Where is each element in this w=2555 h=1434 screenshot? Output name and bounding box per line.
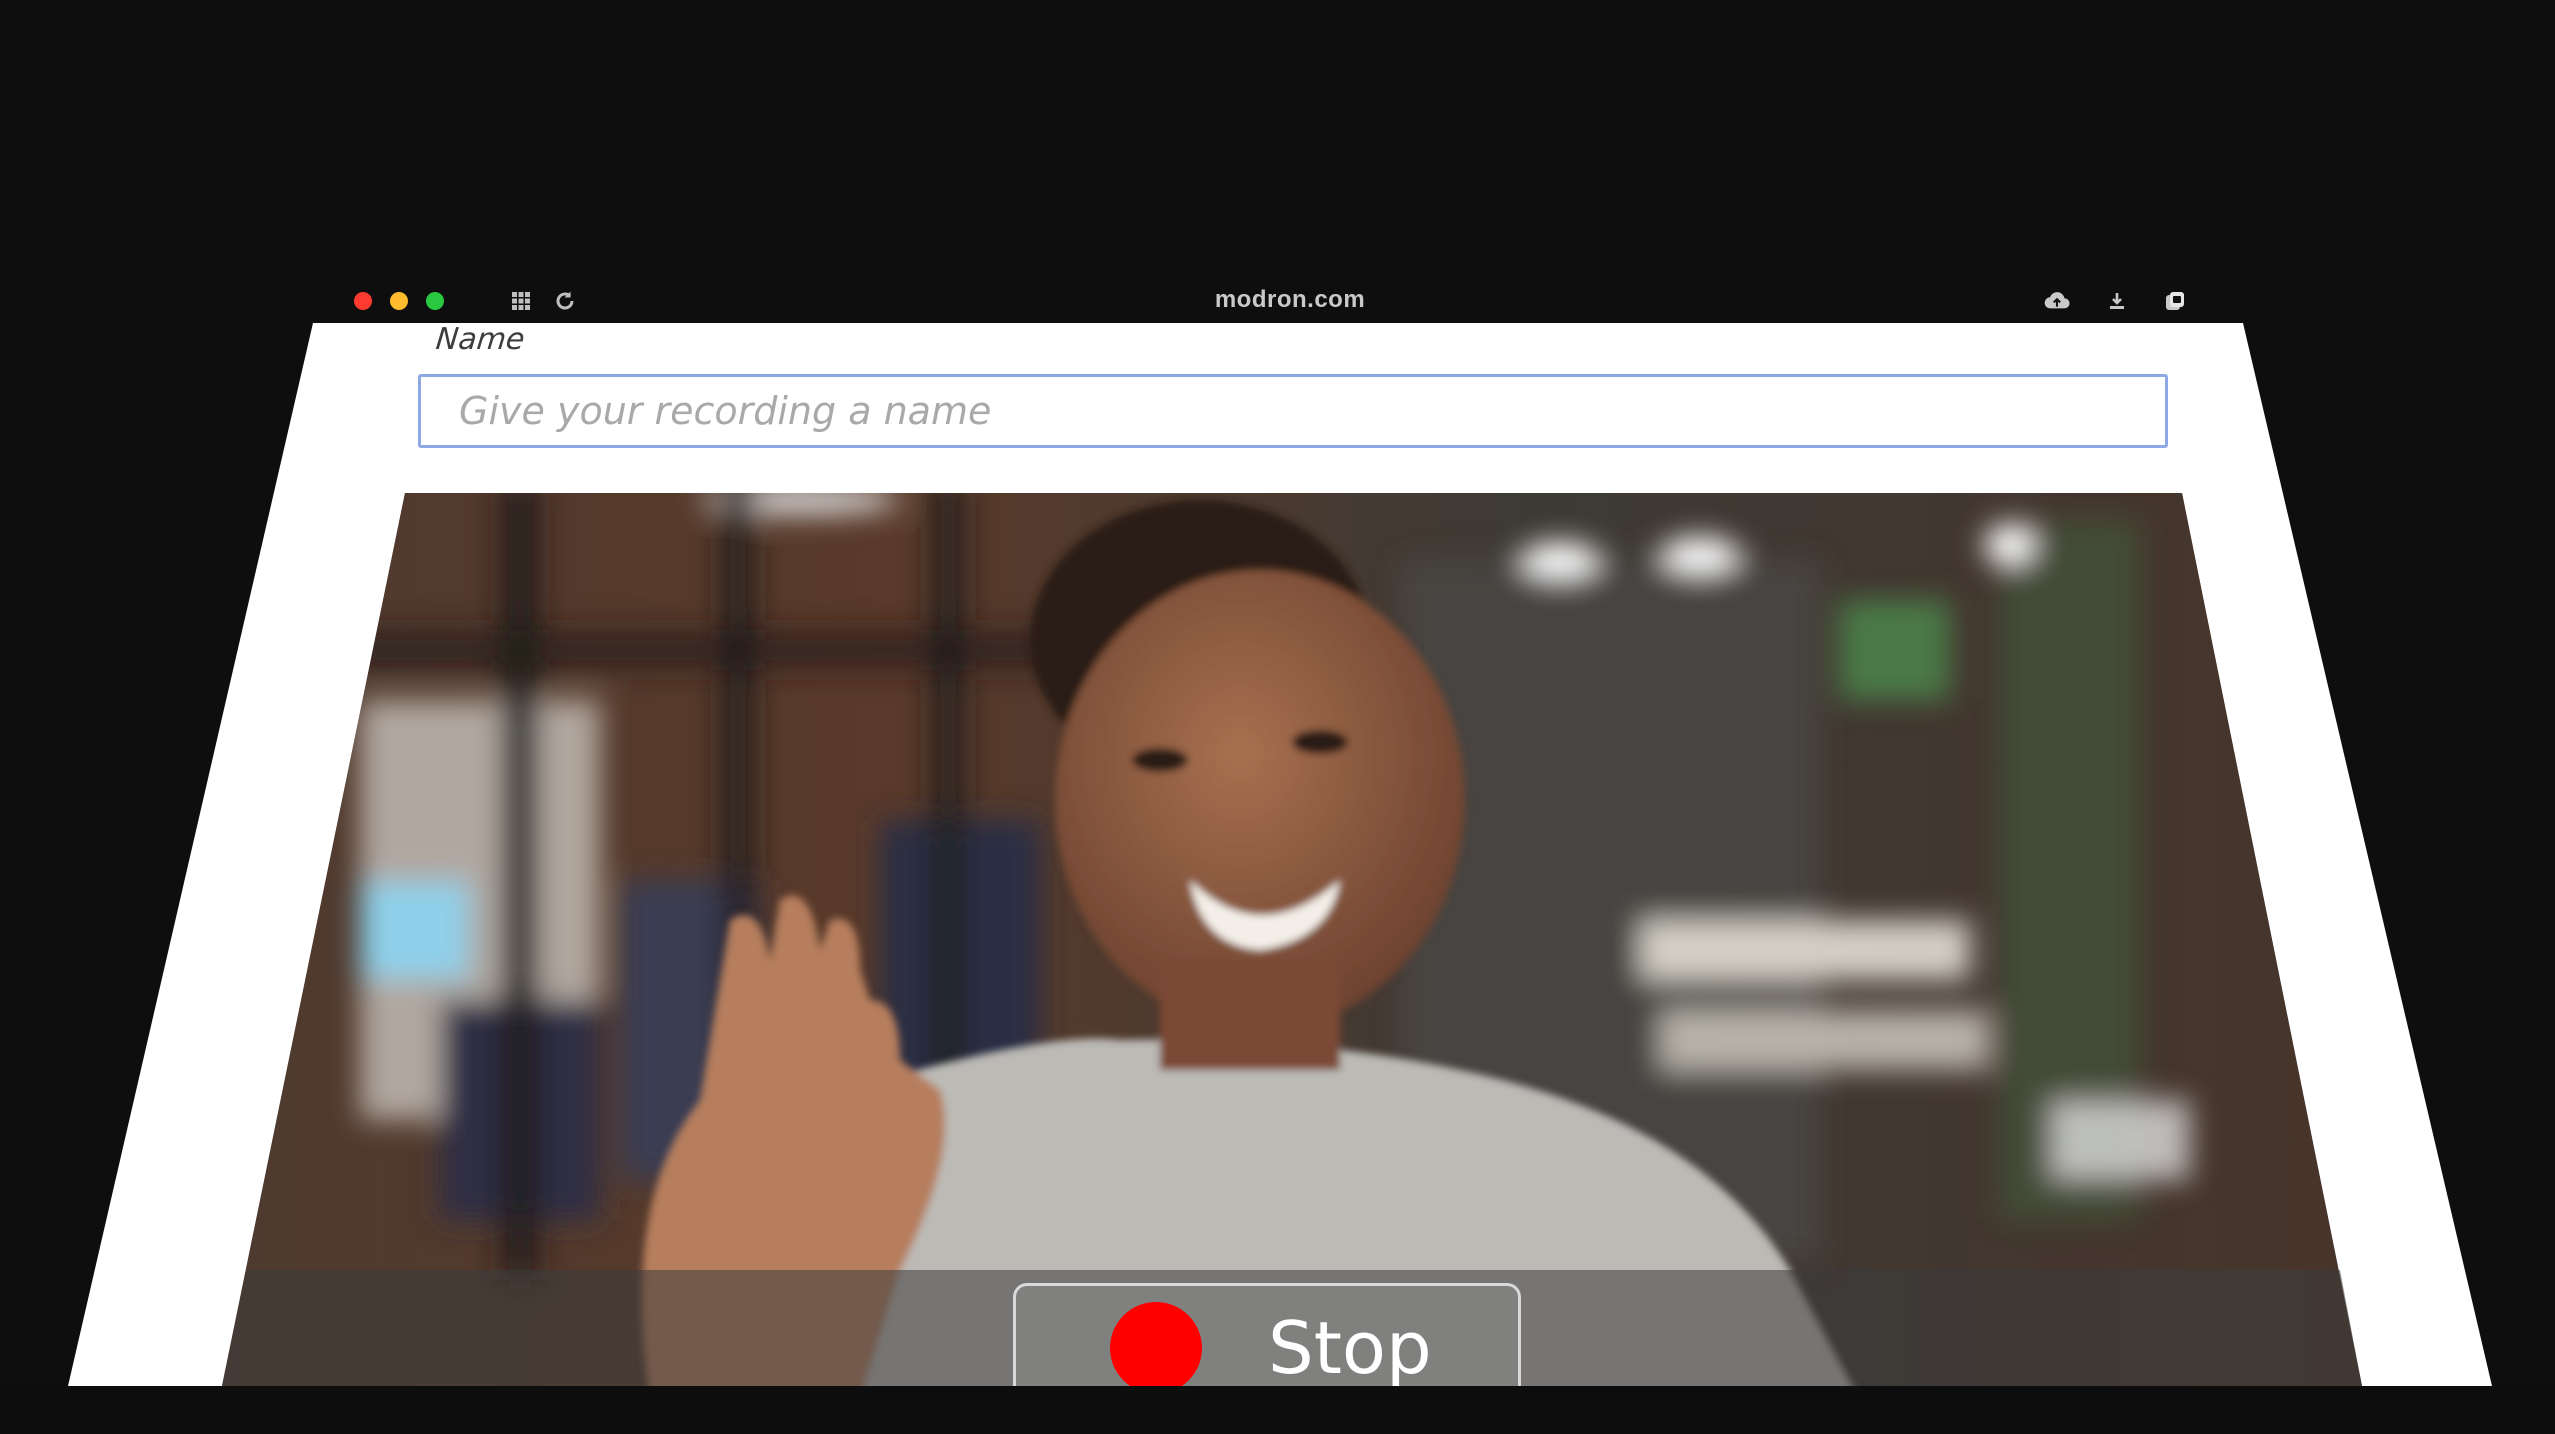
name-label: Name — [434, 322, 527, 357]
download-icon[interactable] — [2104, 288, 2130, 314]
screen: modron.com Name Give your recording a na… — [0, 0, 2555, 1434]
address-bar-url[interactable]: modron.com — [330, 286, 2250, 314]
cloud-upload-icon[interactable] — [2044, 288, 2070, 314]
stop-button-label: Stop — [1268, 1306, 1432, 1390]
recording-name-input[interactable] — [418, 374, 2168, 448]
webcam-preview — [222, 493, 2362, 1386]
bottom-bar — [0, 1386, 2555, 1434]
browser-toolbar: modron.com — [330, 280, 2250, 322]
copy-icon[interactable] — [2162, 288, 2188, 314]
recording-indicator-icon — [1110, 1302, 1202, 1394]
webcam-image — [222, 493, 2362, 1386]
